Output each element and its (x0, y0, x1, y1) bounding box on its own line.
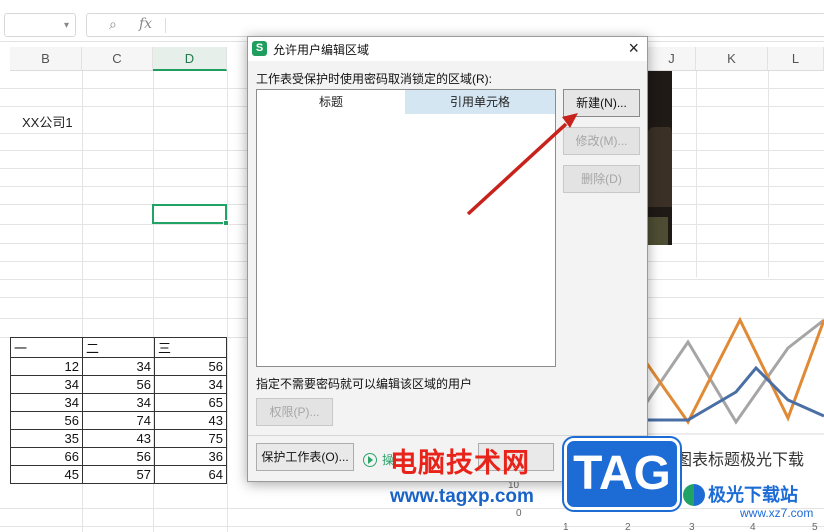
jiguang-logo-icon (683, 484, 705, 506)
image-figure (646, 217, 668, 245)
chart-title[interactable]: 图表标题极光下载 (676, 446, 804, 470)
table-row: 66 56 36 (10, 447, 227, 466)
table-row: 34 56 34 (10, 375, 227, 394)
protect-sheet-button[interactable]: 保护工作表(O)... (256, 443, 354, 471)
table-row: 56 74 43 (10, 411, 227, 430)
close-icon[interactable]: × (628, 38, 639, 59)
table-cell[interactable]: 34 (10, 375, 83, 394)
table-cell[interactable]: 12 (10, 357, 83, 376)
cell-b-title[interactable]: XX公司1 (22, 112, 73, 131)
fill-handle[interactable] (223, 220, 229, 226)
ranges-list[interactable]: 标题 引用单元格 (256, 89, 556, 367)
chart-x-tick: 2 (625, 522, 631, 532)
permission-button[interactable]: 权限(P)... (256, 398, 333, 426)
users-caption: 指定不需要密码就可以编辑该区域的用户 (256, 377, 473, 391)
watermark-jg-url: www.xz7.com (740, 506, 814, 520)
table-header-cell[interactable]: 一 (10, 337, 83, 358)
table-cell[interactable]: 36 (154, 447, 227, 466)
fx-label[interactable]: fx (139, 16, 152, 32)
table-cell[interactable]: 57 (82, 465, 155, 484)
column-header-c[interactable]: C (82, 47, 153, 71)
series-gray-line (636, 318, 824, 425)
data-table: 一 二 三 12 34 56 34 56 34 34 34 65 56 74 43 35 43 75… (10, 337, 227, 484)
table-cell[interactable]: 43 (154, 411, 227, 430)
dialog-title: 允许用户编辑区域 (273, 43, 370, 57)
watermark-jg-name: 极光下载站 (708, 485, 798, 506)
chart-x-tick: 5 (812, 522, 818, 532)
table-row: 45 57 64 (10, 465, 227, 484)
table-cell[interactable]: 34 (154, 375, 227, 394)
dialog-title-bar[interactable]: S 允许用户编辑区域 × (248, 37, 647, 61)
table-cell[interactable]: 64 (154, 465, 227, 484)
table-cell[interactable]: 75 (154, 429, 227, 448)
list-header-ref[interactable]: 引用单元格 (405, 90, 555, 114)
chart-x-tick: 3 (689, 522, 695, 532)
column-header-d[interactable]: D (153, 47, 227, 71)
table-cell[interactable]: 65 (154, 393, 227, 412)
chart-x-tick: 4 (750, 522, 756, 532)
watermark-site-name: 电脑技术网 (390, 448, 530, 479)
column-header-l[interactable]: L (768, 47, 824, 71)
divider (165, 18, 166, 33)
table-cell[interactable]: 66 (10, 447, 83, 466)
table-cell[interactable]: 56 (154, 357, 227, 376)
tag-logo: TAG (564, 438, 680, 510)
table-row: 34 34 65 (10, 393, 227, 412)
chevron-down-icon[interactable]: ▾ (64, 20, 69, 31)
column-header-j[interactable]: J (648, 47, 696, 71)
column-header-b[interactable]: B (10, 47, 82, 71)
name-box[interactable]: ▾ (4, 13, 76, 37)
table-cell[interactable]: 34 (10, 393, 83, 412)
formula-input[interactable]: ⌕ fx (86, 13, 824, 37)
list-header-title[interactable]: 标题 (257, 90, 405, 114)
watermark-site-url: www.tagxp.com (390, 486, 534, 507)
table-cell[interactable]: 56 (82, 447, 155, 466)
table-cell[interactable]: 45 (10, 465, 83, 484)
table-row: 35 43 75 (10, 429, 227, 448)
table-cell[interactable]: 43 (82, 429, 155, 448)
allow-edit-ranges-dialog: S 允许用户编辑区域 × 工作表受保护时使用密码取消锁定的区域(R): 标题 引… (247, 36, 648, 482)
table-header-cell[interactable]: 二 (82, 337, 155, 358)
table-cell[interactable]: 34 (82, 357, 155, 376)
modify-button[interactable]: 修改(M)... (563, 127, 640, 155)
table-cell[interactable]: 56 (10, 411, 83, 430)
table-cell[interactable]: 56 (82, 375, 155, 394)
delete-button[interactable]: 删除(D) (563, 165, 640, 193)
series-orange-line (636, 316, 824, 425)
magnifier-icon[interactable]: ⌕ (109, 16, 117, 33)
selected-cell[interactable] (152, 204, 229, 226)
app-logo-icon: S (252, 41, 267, 56)
table-cell[interactable]: 35 (10, 429, 83, 448)
new-button[interactable]: 新建(N)... (563, 89, 640, 117)
chart-y-tick: 0 (516, 508, 522, 519)
table-cell[interactable]: 74 (82, 411, 155, 430)
table-header-cell[interactable]: 三 (154, 337, 227, 358)
ranges-caption: 工作表受保护时使用密码取消锁定的区域(R): (256, 72, 492, 86)
column-header-k[interactable]: K (696, 47, 768, 71)
table-cell[interactable]: 34 (82, 393, 155, 412)
chart-x-tick: 1 (563, 522, 569, 532)
divider (248, 435, 647, 436)
table-row: 12 34 56 (10, 357, 227, 376)
play-icon[interactable] (363, 453, 377, 467)
table-header-row: 一 二 三 (10, 337, 227, 358)
